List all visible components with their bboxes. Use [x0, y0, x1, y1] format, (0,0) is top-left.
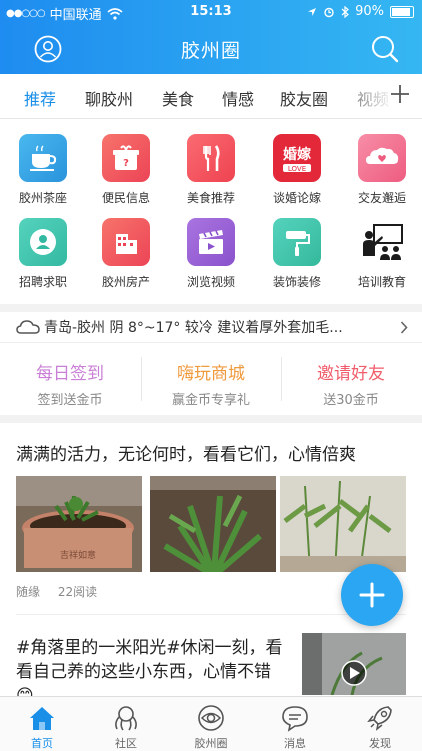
- tab-recommend[interactable]: 推荐: [24, 86, 56, 110]
- grid-item-label: 谈婚论嫁: [272, 191, 321, 205]
- tab-food[interactable]: 美食: [162, 86, 194, 110]
- status-bar: ●●○○○ 中国联通 15:13 90%: [0, 0, 422, 24]
- bottom-tab-bar: 首页 社区 胶州圈 消息 发现: [0, 696, 422, 751]
- post-image: [150, 476, 276, 572]
- plus-icon: [359, 582, 385, 608]
- grid-item-tea-house[interactable]: 胶州茶座: [0, 134, 86, 206]
- tab-emotion[interactable]: 情感: [222, 86, 254, 110]
- grid-item-marriage[interactable]: 婚嫁 LOVE 谈婚论嫁: [254, 134, 340, 206]
- grid-item-video[interactable]: 浏览视频: [168, 218, 254, 290]
- section-divider: [0, 415, 422, 423]
- community-icon: [115, 706, 137, 731]
- promo-subtitle: 送30金币: [323, 393, 379, 408]
- grid-item-housing[interactable]: 胶州房产: [83, 218, 169, 290]
- battery-percent: 90%: [355, 4, 384, 19]
- svg-text:?: ?: [123, 158, 129, 169]
- grid-item-label: 便民信息: [101, 191, 150, 205]
- svg-text:LOVE: LOVE: [288, 165, 306, 173]
- promo-mall[interactable]: 嗨玩商城 赢金币专享礼: [141, 343, 281, 415]
- grid-item-label: 培训教育: [357, 275, 406, 289]
- circle-eye-icon: [198, 705, 224, 731]
- post-author: 随缘: [16, 585, 41, 599]
- promo-row: 每日签到 签到送金币 嗨玩商城 赢金币专享礼 邀请好友 送30金币: [0, 343, 422, 415]
- clapper-icon: [187, 218, 235, 266]
- grid-item-label: 胶州茶座: [18, 191, 67, 205]
- post-meta: 随缘 22阅读: [16, 583, 97, 600]
- tabbar-label: 消息: [284, 737, 306, 750]
- video-thumbnail[interactable]: [302, 633, 406, 695]
- location-icon: [308, 7, 317, 16]
- teacup-icon: [19, 134, 67, 182]
- paint-roller-icon: [273, 218, 321, 266]
- tabbar-jiaozhou-circle[interactable]: 胶州圈: [169, 697, 253, 751]
- bluetooth-icon: [341, 5, 350, 18]
- promo-subtitle: 签到送金币: [37, 393, 103, 408]
- promo-subtitle: 赢金币专享礼: [171, 393, 250, 408]
- tabbar-label: 发现: [369, 737, 391, 750]
- rocket-icon: [367, 706, 392, 731]
- tab-jiaoyou-circle[interactable]: 胶友圈: [280, 86, 328, 110]
- search-icon[interactable]: [370, 34, 400, 64]
- grid-item-label: 装饰装修: [272, 275, 321, 289]
- create-post-button[interactable]: [341, 564, 403, 626]
- job-icon: [19, 218, 67, 266]
- teacher-icon: [358, 218, 406, 266]
- post-title: 满满的活力，无论何时，看看它们，心情倍爽: [16, 445, 356, 465]
- weather-text: 青岛-胶州 阴 8°~17° 较冷 建议着厚外套加毛...: [44, 320, 343, 336]
- tabbar-messages[interactable]: 消息: [253, 697, 337, 751]
- grid-item-label: 美食推荐: [186, 191, 235, 205]
- cloud-icon: [16, 320, 40, 334]
- category-grid: 胶州茶座 ? 便民信息 美食推荐 婚嫁 LOVE 谈婚论嫁 交友邂逅 招聘求职: [0, 118, 422, 304]
- grid-item-jobs[interactable]: 招聘求职: [0, 218, 86, 290]
- channel-tabs: 推荐 聊胶州 美食 情感 胶友圈 视频: [0, 74, 422, 119]
- gift-icon: ?: [102, 134, 150, 182]
- tab-liao-jiaozhou[interactable]: 聊胶州: [85, 86, 133, 110]
- promo-title: 嗨玩商城: [177, 364, 245, 384]
- hearts-cloud-icon: [358, 134, 406, 182]
- tabbar-discover[interactable]: 发现: [338, 697, 422, 751]
- grid-item-dating[interactable]: 交友邂逅: [339, 134, 422, 206]
- promo-title: 邀请好友: [317, 364, 385, 384]
- grid-item-label: 招聘求职: [18, 275, 67, 289]
- svg-text:吉祥如意: 吉祥如意: [60, 549, 96, 561]
- alarm-icon: [324, 7, 334, 17]
- fork-knife-icon: [187, 134, 235, 182]
- building-icon: [102, 218, 150, 266]
- page-title: 胶州圈: [180, 40, 241, 62]
- tabbar-home[interactable]: 首页: [0, 697, 84, 751]
- post-image: 吉祥如意: [16, 476, 142, 572]
- wedding-icon: 婚嫁 LOVE: [273, 134, 321, 182]
- weather-bar[interactable]: 青岛-胶州 阴 8°~17° 较冷 建议着厚外套加毛...: [0, 312, 422, 343]
- home-icon: [30, 707, 54, 730]
- promo-title: 每日签到: [36, 364, 104, 384]
- grid-item-info[interactable]: ? 便民信息: [83, 134, 169, 206]
- battery-icon: [390, 5, 414, 18]
- tabbar-label: 社区: [115, 737, 137, 750]
- grid-item-food[interactable]: 美食推荐: [168, 134, 254, 206]
- tabbar-community[interactable]: 社区: [84, 697, 168, 751]
- post-read-count: 22阅读: [57, 585, 98, 599]
- grid-item-education[interactable]: 培训教育: [339, 218, 422, 290]
- promo-invite[interactable]: 邀请好友 送30金币: [281, 343, 421, 415]
- tabbar-label: 胶州圈: [194, 737, 228, 750]
- add-channel-icon[interactable]: [388, 82, 412, 106]
- grid-item-label: 浏览视频: [186, 275, 235, 289]
- section-divider: [0, 304, 422, 312]
- nav-bar: 胶州圈: [0, 24, 422, 74]
- chevron-right-icon: [400, 321, 408, 334]
- app-header: ●●○○○ 中国联通 15:13 90% 胶州圈: [0, 0, 422, 74]
- grid-item-label: 交友邂逅: [357, 191, 406, 205]
- post-image: [280, 476, 406, 572]
- tabbar-label: 首页: [31, 737, 53, 750]
- message-icon: [282, 706, 308, 732]
- svg-text:婚嫁: 婚嫁: [283, 146, 311, 163]
- grid-item-label: 胶州房产: [101, 275, 150, 289]
- grid-item-decoration[interactable]: 装饰装修: [254, 218, 340, 290]
- promo-daily-checkin[interactable]: 每日签到 签到送金币: [0, 343, 140, 415]
